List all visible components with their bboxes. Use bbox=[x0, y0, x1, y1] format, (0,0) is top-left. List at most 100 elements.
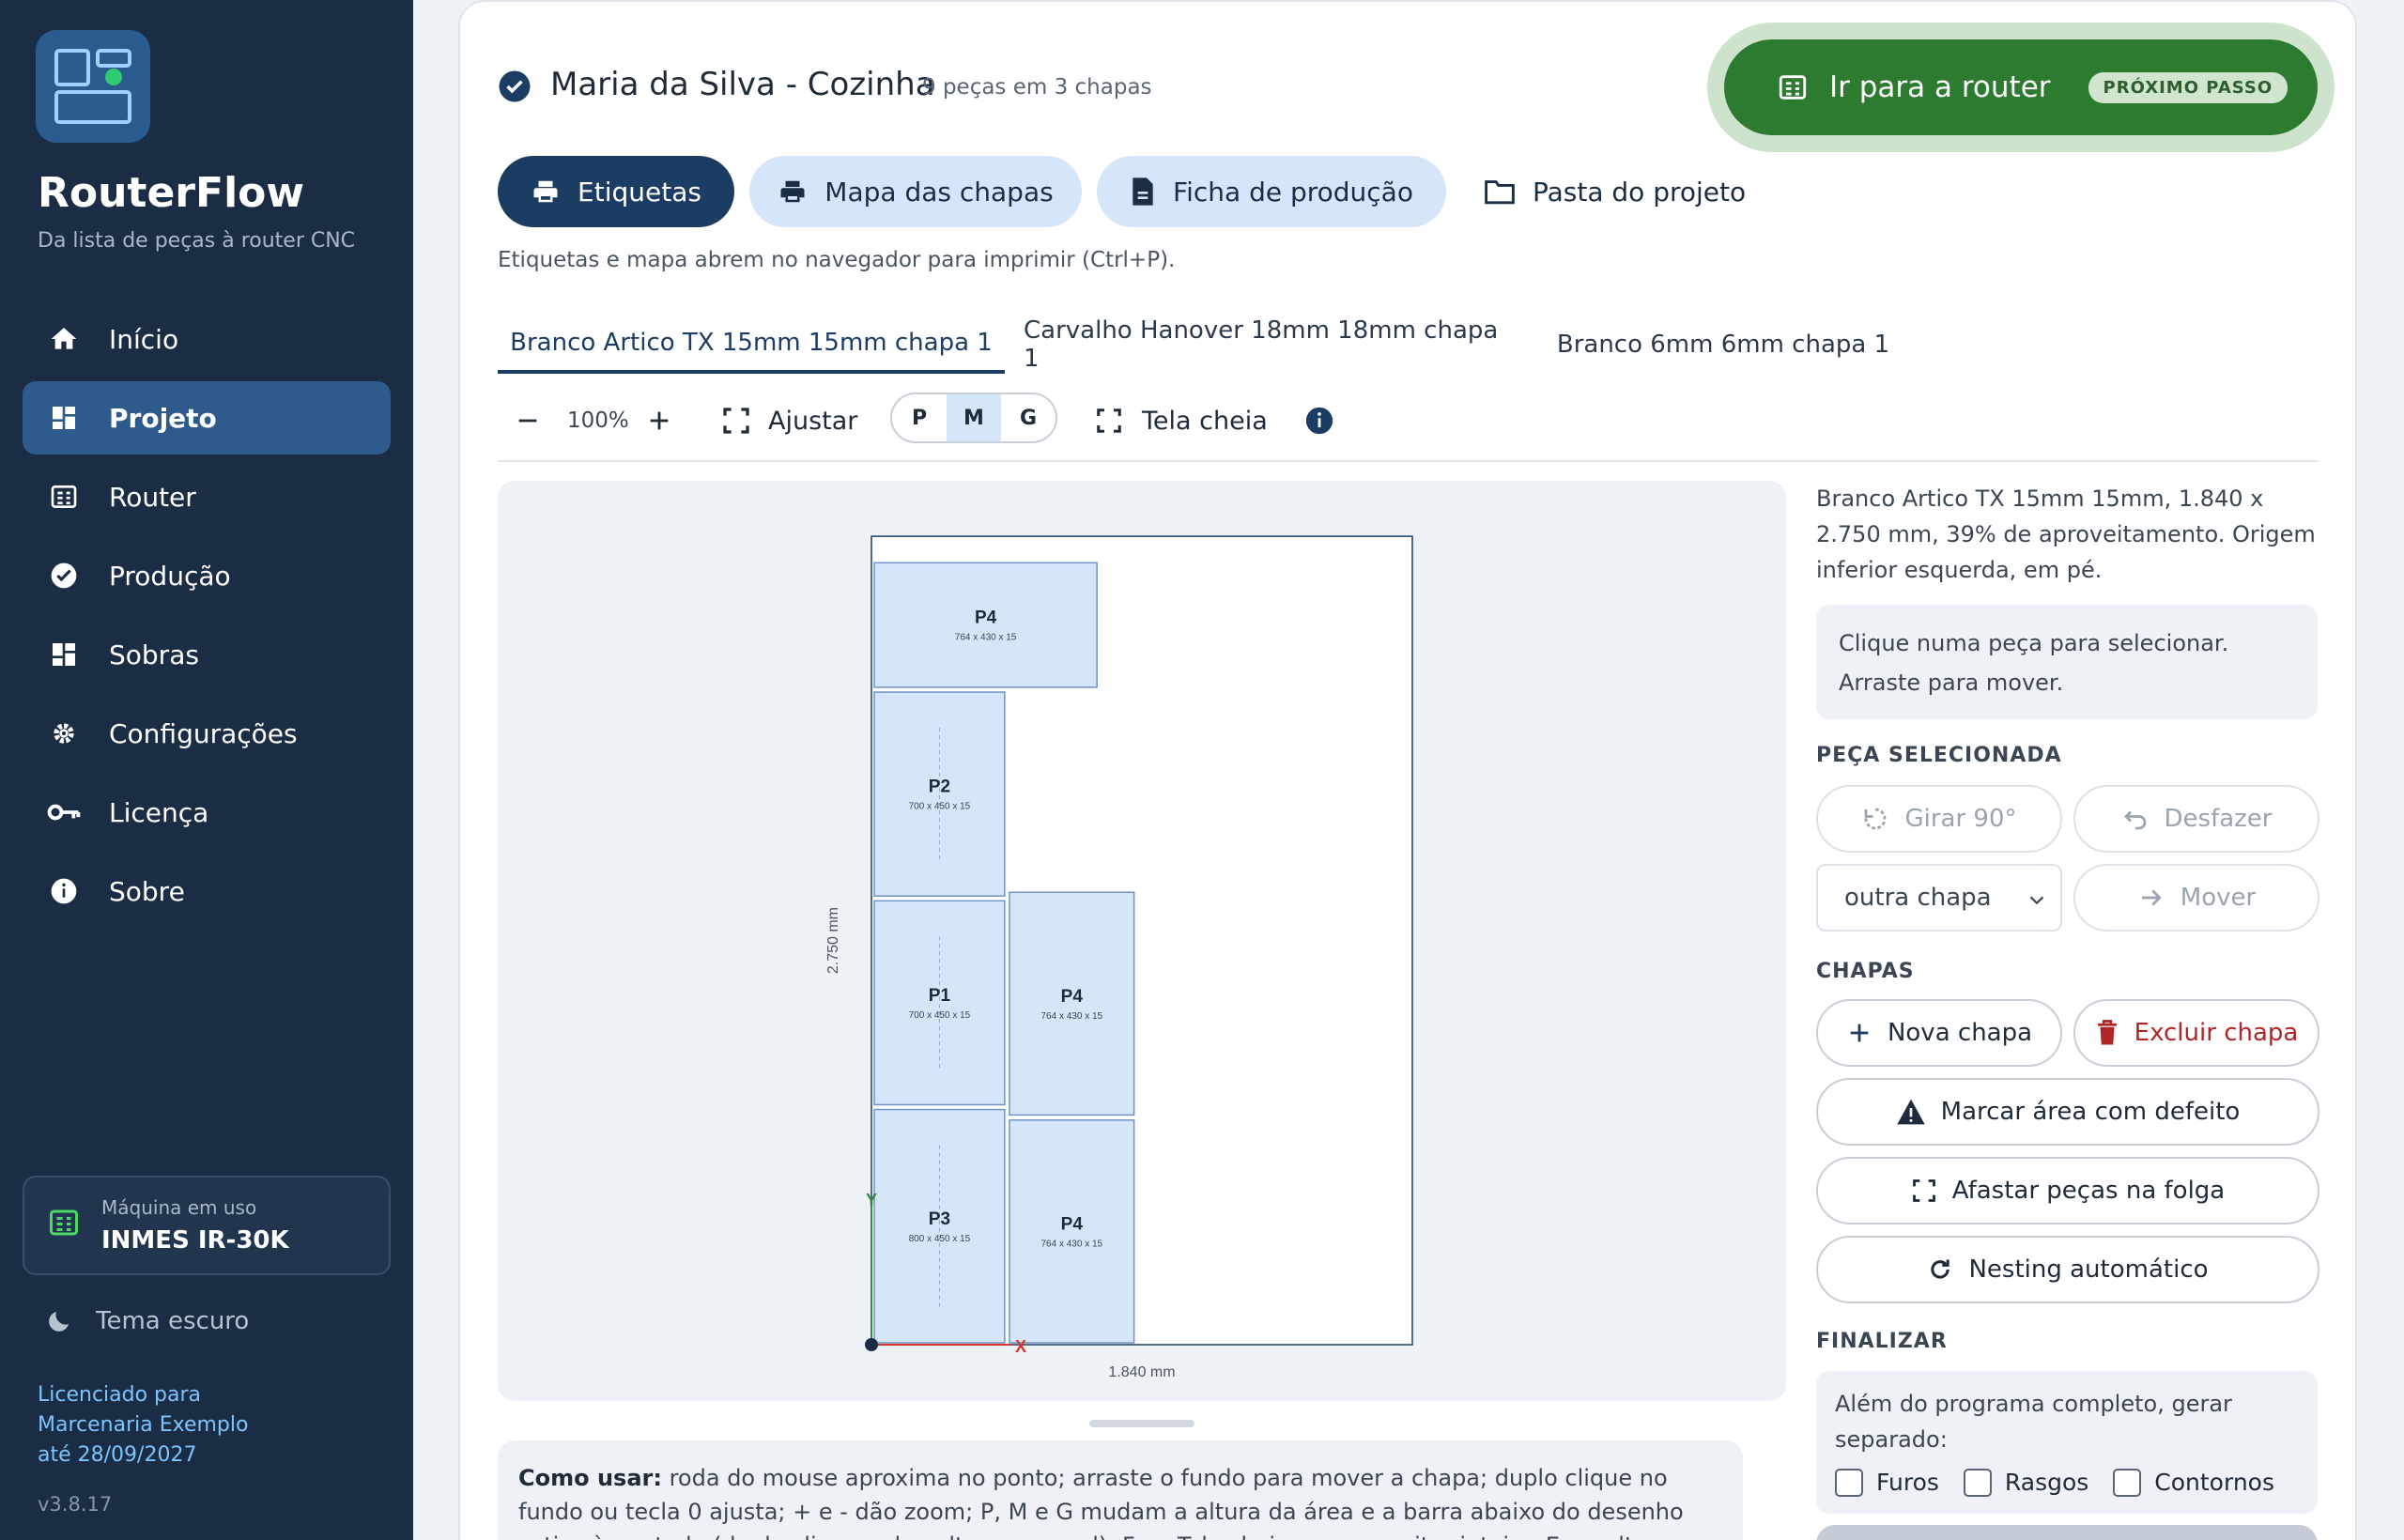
usage-text: roda do mouse aproxima no ponto; arraste… bbox=[518, 1465, 1684, 1540]
contours-checkbox[interactable]: Contornos bbox=[2113, 1465, 2274, 1501]
zoom-level: 100% bbox=[567, 408, 629, 433]
production-sheet-label: Ficha de produção bbox=[1173, 176, 1413, 208]
fit-button[interactable]: Ajustar bbox=[721, 394, 857, 447]
rotate-icon bbox=[1865, 808, 1887, 830]
sheet-map-label: Mapa das chapas bbox=[824, 176, 1054, 208]
check-circle-icon bbox=[47, 559, 81, 593]
sidebar-item-sobras[interactable]: Sobras bbox=[23, 618, 391, 691]
sidebar-item-label: Configurações bbox=[109, 717, 298, 749]
piece-label: P2 bbox=[929, 778, 950, 797]
tab-sheet-2[interactable]: Carvalho Hanover 18mm 18mm chapa 1 bbox=[1024, 316, 1521, 374]
size-g-button[interactable]: G bbox=[1001, 394, 1056, 441]
delete-sheet-button[interactable]: Excluir chapa bbox=[2073, 999, 2319, 1067]
dashboard-icon bbox=[47, 401, 81, 435]
target-sheet-select[interactable]: outra chapa bbox=[1816, 864, 2062, 932]
sheet-info: Branco Artico TX 15mm 15mm, 1.840 x 2.75… bbox=[1816, 485, 2316, 583]
selection-hint: Clique numa peça para selecionar. Arrast… bbox=[1816, 605, 2318, 719]
document-icon bbox=[1133, 177, 1153, 206]
sidebar-item-inicio[interactable]: Início bbox=[23, 302, 391, 376]
gear-icon bbox=[47, 716, 81, 750]
sidebar-item-licenca[interactable]: Licença bbox=[23, 776, 391, 849]
license-line: Marcenaria Exemplo bbox=[38, 1413, 249, 1437]
trash-icon bbox=[2097, 1020, 2117, 1045]
zoom-out-button[interactable] bbox=[515, 394, 541, 447]
app-tagline: Da lista de peças à router CNC bbox=[38, 229, 356, 253]
piece-label: P1 bbox=[929, 986, 951, 1006]
rotate-button[interactable]: Girar 90° bbox=[1816, 785, 2062, 853]
logo-icon bbox=[54, 49, 131, 124]
checkbox-box bbox=[1963, 1469, 1992, 1497]
sidebar-item-router[interactable]: Router bbox=[23, 460, 391, 533]
minus-icon bbox=[518, 419, 537, 423]
move-button[interactable]: Mover bbox=[2073, 864, 2319, 932]
sidebar: RouterFlow Da lista de peças à router CN… bbox=[0, 0, 413, 1540]
x-axis-marker: X bbox=[1015, 1337, 1026, 1356]
license-line: Licenciado para bbox=[38, 1383, 202, 1407]
checkbox-box bbox=[2113, 1469, 2142, 1497]
spread-pieces-button[interactable]: Afastar peças na folga bbox=[1816, 1157, 2319, 1224]
spread-pieces-label: Afastar peças na folga bbox=[1951, 1177, 2226, 1205]
toolbar-divider bbox=[498, 460, 2318, 462]
sidebar-item-sobre[interactable]: Sobre bbox=[23, 855, 391, 928]
sidebar-item-label: Router bbox=[109, 481, 196, 513]
go-to-router-label: Ir para a router bbox=[1829, 70, 2051, 104]
plus-icon bbox=[1850, 1024, 1869, 1042]
canvas-resize-handle[interactable] bbox=[1089, 1420, 1194, 1427]
router-icon bbox=[47, 1206, 81, 1243]
grooves-checkbox[interactable]: Rasgos bbox=[1963, 1465, 2088, 1501]
generate-button[interactable] bbox=[1816, 1525, 2318, 1540]
origin-point bbox=[865, 1338, 878, 1351]
sheet-drawing[interactable]: P4 764 x 430 x 15 P2 700 x 450 x 15 P1 700 x … bbox=[498, 481, 1786, 1401]
sheet-map-button[interactable]: Mapa das chapas bbox=[749, 156, 1082, 227]
info-icon bbox=[47, 874, 81, 908]
size-p-button[interactable]: P bbox=[892, 394, 947, 441]
arrow-right-icon bbox=[2141, 889, 2162, 906]
printer-icon bbox=[780, 180, 805, 203]
tab-sheet-3[interactable]: Branco 6mm 6mm chapa 1 bbox=[1549, 316, 1897, 374]
sidebar-item-producao[interactable]: Produção bbox=[23, 539, 391, 612]
sidebar-item-projeto[interactable]: Projeto bbox=[23, 381, 391, 454]
sheet-canvas[interactable]: P4 764 x 430 x 15 P2 700 x 450 x 15 P1 700 x … bbox=[498, 481, 1786, 1401]
app-logo bbox=[36, 30, 150, 143]
piece-dims: 764 x 430 x 15 bbox=[1040, 1239, 1102, 1249]
selected-piece-title: PEÇA SELECIONADA bbox=[1816, 744, 2062, 767]
info-button[interactable] bbox=[1303, 394, 1335, 447]
auto-nesting-label: Nesting automático bbox=[1968, 1255, 2209, 1284]
folder-icon bbox=[1485, 180, 1515, 205]
sheets-title: CHAPAS bbox=[1816, 960, 1915, 983]
machine-label: Máquina em uso bbox=[101, 1196, 257, 1219]
size-m-button[interactable]: M bbox=[947, 394, 1001, 441]
target-sheet-value: outra chapa bbox=[1844, 884, 1992, 912]
app-version: v3.8.17 bbox=[38, 1493, 113, 1516]
width-dimension-label: 1.840 mm bbox=[1108, 1364, 1175, 1380]
app-name: RouterFlow bbox=[38, 169, 305, 217]
tab-sheet-1[interactable]: Branco Artico TX 15mm 15mm chapa 1 bbox=[498, 316, 1005, 374]
rotate-label: Girar 90° bbox=[1904, 805, 2017, 833]
machine-name: INMES IR-30K bbox=[101, 1226, 289, 1255]
mark-defect-button[interactable]: Marcar área com defeito bbox=[1816, 1078, 2319, 1146]
go-to-router-button[interactable]: Ir para a router PRÓXIMO PASSO bbox=[1724, 39, 2318, 135]
sidebar-item-configuracoes[interactable]: Configurações bbox=[23, 697, 391, 770]
theme-label: Tema escuro bbox=[96, 1307, 250, 1335]
new-sheet-label: Nova chapa bbox=[1887, 1019, 2033, 1047]
machine-selector[interactable]: Máquina em uso INMES IR-30K bbox=[23, 1176, 391, 1275]
zoom-in-button[interactable] bbox=[646, 394, 672, 447]
undo-button[interactable]: Desfazer bbox=[2073, 785, 2319, 853]
piece-label: P3 bbox=[929, 1209, 950, 1229]
fullscreen-button[interactable]: Tela cheia bbox=[1095, 394, 1268, 447]
license-info: Licenciado para Marcenaria Exemplo até 2… bbox=[38, 1380, 248, 1471]
next-step-badge: PRÓXIMO PASSO bbox=[2088, 71, 2288, 103]
labels-button[interactable]: Etiquetas bbox=[498, 156, 734, 227]
sidebar-item-label: Produção bbox=[109, 560, 231, 592]
height-dimension-label: 2.750 mm bbox=[825, 907, 841, 974]
undo-label: Desfazer bbox=[2164, 805, 2273, 833]
auto-nesting-button[interactable]: Nesting automático bbox=[1816, 1236, 2319, 1303]
piece-label: P4 bbox=[975, 608, 997, 628]
holes-checkbox[interactable]: Furos bbox=[1835, 1465, 1939, 1501]
production-sheet-button[interactable]: Ficha de produção bbox=[1097, 156, 1446, 227]
sidebar-item-label: Início bbox=[109, 323, 179, 355]
project-folder-button[interactable]: Pasta do projeto bbox=[1484, 156, 1756, 227]
delete-sheet-label: Excluir chapa bbox=[2134, 1019, 2299, 1047]
new-sheet-button[interactable]: Nova chapa bbox=[1816, 999, 2062, 1067]
dark-theme-toggle[interactable]: Tema escuro bbox=[45, 1307, 249, 1335]
